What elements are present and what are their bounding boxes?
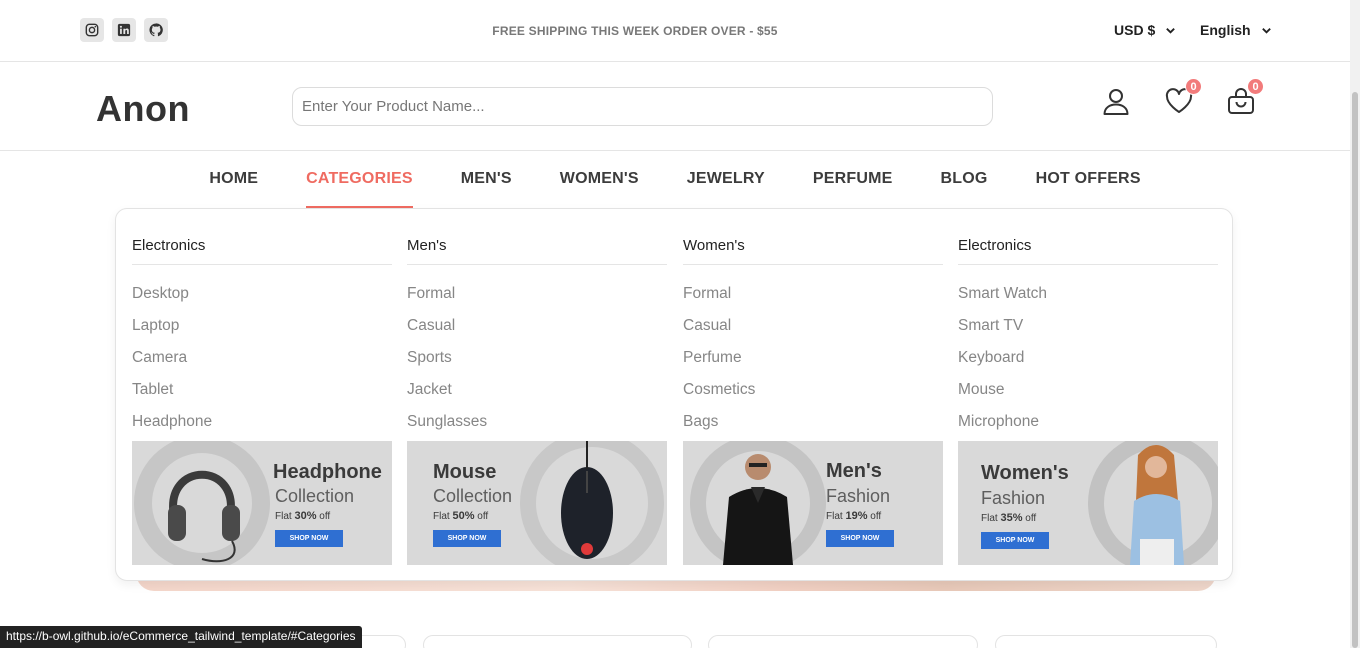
main-header: Anon 0 0 — [0, 62, 1350, 151]
shipping-notice: FREE SHIPPING THIS WEEK ORDER OVER - $55 — [492, 24, 778, 38]
flat-suffix: off — [1022, 513, 1037, 524]
column-title[interactable]: Electronics — [132, 237, 205, 254]
chevron-down-icon — [1165, 25, 1176, 36]
banner-discount-text: Flat 30% off — [275, 510, 330, 522]
category-card[interactable] — [708, 635, 978, 648]
flat-prefix: Flat — [433, 511, 453, 522]
banner-title: Mouse — [433, 461, 497, 483]
column-title[interactable]: Electronics — [958, 237, 1031, 254]
top-strip: FREE SHIPPING THIS WEEK ORDER OVER - $55… — [0, 0, 1350, 62]
mouse-banner[interactable]: Mouse Collection Flat 50% off SHOP NOW — [407, 441, 667, 565]
womens-fashion-banner[interactable]: Women's Fashion Flat 35% off SHOP NOW — [958, 441, 1218, 565]
nav-item-jewelry[interactable]: JEWELRY — [687, 170, 765, 208]
category-link[interactable]: Casual — [407, 317, 487, 349]
column-title[interactable]: Women's — [683, 237, 745, 254]
shop-now-button[interactable]: SHOP NOW — [275, 530, 343, 547]
category-link[interactable]: Smart TV — [958, 317, 1047, 349]
headphone-banner[interactable]: Headphone Collection Flat 30% off SHOP N… — [132, 441, 392, 565]
flat-prefix: Flat — [981, 513, 1001, 524]
nav-item-hot-offers[interactable]: HOT OFFERS — [1036, 170, 1141, 208]
link-preview-status: https://b-owl.github.io/eCommerce_tailwi… — [0, 626, 362, 648]
nav-item-womens[interactable]: WOMEN'S — [560, 170, 639, 208]
banner-title: Headphone — [273, 461, 382, 483]
search-input[interactable] — [292, 87, 993, 126]
discount-value: 35% — [1000, 512, 1023, 524]
discount-value: 30% — [294, 510, 317, 522]
scrollbar-thumb[interactable] — [1352, 92, 1358, 648]
flat-suffix: off — [316, 511, 331, 522]
banner-discount-text: Flat 50% off — [433, 510, 488, 522]
banner-subtitle: Fashion — [981, 488, 1046, 508]
category-card[interactable] — [423, 635, 692, 648]
divider — [958, 264, 1218, 265]
category-link[interactable]: Formal — [407, 285, 487, 317]
page-scrollbar[interactable] — [1350, 0, 1360, 648]
banner-discount-text: Flat 19% off — [826, 510, 881, 522]
category-link[interactable]: Jacket — [407, 381, 487, 413]
flat-prefix: Flat — [826, 511, 846, 522]
category-list: Formal Casual Perfume Cosmetics Bags — [683, 285, 755, 445]
banner-title: Women's — [981, 462, 1069, 484]
mens-fashion-banner[interactable]: Men's Fashion Flat 19% off SHOP NOW — [683, 441, 943, 565]
category-link[interactable]: Casual — [683, 317, 755, 349]
category-link[interactable]: Laptop — [132, 317, 212, 349]
flat-prefix: Flat — [275, 511, 295, 522]
site-logo[interactable]: Anon — [96, 88, 190, 130]
category-link[interactable]: Formal — [683, 285, 755, 317]
category-link[interactable]: Desktop — [132, 285, 212, 317]
categories-dropdown: Electronics Desktop Laptop Camera Tablet… — [115, 208, 1233, 581]
category-link[interactable]: Tablet — [132, 381, 212, 413]
shop-now-button[interactable]: SHOP NOW — [981, 532, 1049, 549]
user-icon — [1103, 89, 1129, 115]
discount-value: 50% — [452, 510, 475, 522]
chevron-down-icon — [1261, 25, 1272, 36]
flat-suffix: off — [867, 511, 882, 522]
banner-discount-text: Flat 35% off — [981, 512, 1036, 524]
language-select[interactable]: English — [1200, 22, 1272, 38]
category-link[interactable]: Smart Watch — [958, 285, 1047, 317]
main-nav: HOME CATEGORIES MEN'S WOMEN'S JEWELRY PE… — [0, 170, 1350, 208]
column-title[interactable]: Men's — [407, 237, 447, 254]
category-link[interactable]: Cosmetics — [683, 381, 755, 413]
category-list: Formal Casual Sports Jacket Sunglasses — [407, 285, 487, 445]
category-link[interactable]: Camera — [132, 349, 212, 381]
shop-now-button[interactable]: SHOP NOW — [826, 530, 894, 547]
cart-count-badge: 0 — [1247, 78, 1264, 95]
category-link[interactable]: Keyboard — [958, 349, 1047, 381]
banner-subtitle: Collection — [275, 486, 355, 506]
flat-suffix: off — [474, 511, 489, 522]
shop-now-button[interactable]: SHOP NOW — [433, 530, 501, 547]
wishlist-count-badge: 0 — [1185, 78, 1202, 95]
category-list: Smart Watch Smart TV Keyboard Mouse Micr… — [958, 285, 1047, 445]
divider — [407, 264, 667, 265]
account-button[interactable] — [1101, 86, 1133, 118]
cart-button[interactable]: 0 — [1226, 78, 1264, 118]
man-model-image — [690, 441, 826, 565]
nav-item-mens[interactable]: MEN'S — [461, 170, 512, 208]
category-list: Desktop Laptop Camera Tablet Headphone — [132, 285, 212, 445]
currency-value: USD $ — [1114, 22, 1156, 38]
nav-item-home[interactable]: HOME — [209, 170, 258, 208]
divider — [683, 264, 943, 265]
discount-value: 19% — [845, 510, 868, 522]
language-value: English — [1200, 22, 1251, 38]
banner-subtitle: Collection — [433, 486, 513, 506]
divider — [132, 264, 392, 265]
banner-title: Men's — [826, 460, 882, 482]
category-link[interactable]: Sports — [407, 349, 487, 381]
nav-item-blog[interactable]: BLOG — [941, 170, 988, 208]
category-card[interactable] — [995, 635, 1217, 648]
category-link[interactable]: Mouse — [958, 381, 1047, 413]
wishlist-button[interactable]: 0 — [1164, 78, 1202, 118]
nav-item-categories[interactable]: CATEGORIES — [306, 170, 413, 208]
banner-subtitle: Fashion — [826, 486, 891, 506]
nav-item-perfume[interactable]: PERFUME — [813, 170, 893, 208]
category-link[interactable]: Perfume — [683, 349, 755, 381]
currency-select[interactable]: USD $ — [1114, 22, 1176, 38]
